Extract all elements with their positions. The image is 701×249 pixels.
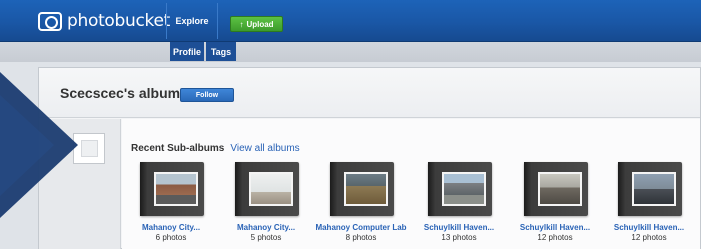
subalbum-count: 13 photos	[441, 233, 477, 242]
follow-button[interactable]: Follow	[180, 88, 234, 102]
subalbum-count: 12 photos	[631, 233, 667, 242]
tab-profile[interactable]: Profile	[170, 42, 204, 61]
album-cover-photo	[154, 172, 198, 206]
album-spine	[330, 162, 337, 216]
sub-navigation: Profile Tags	[0, 42, 701, 62]
subalbum-item[interactable]: Schuylkill Haven... 12 photos	[600, 162, 698, 249]
photobucket-logo[interactable]: photobucket	[38, 10, 170, 32]
subalbum-item[interactable]: Mahanoy City... 5 photos	[217, 162, 315, 249]
album-cover[interactable]	[235, 162, 299, 216]
subalbum-item[interactable]: Mahanoy City... 6 photos	[122, 162, 220, 249]
subalbum-name[interactable]: Mahanoy City...	[122, 223, 220, 232]
subalbum-item[interactable]: Mahanoy Computer Lab 8 photos	[312, 162, 410, 249]
album-cover-photo	[249, 172, 293, 206]
upload-arrow-icon: ↑	[239, 19, 244, 29]
recent-subalbums-header: Recent Sub-albums View all albums	[131, 143, 300, 154]
tab-tags[interactable]: Tags	[206, 42, 236, 61]
upload-label: Upload	[246, 19, 274, 29]
album-cover[interactable]	[428, 162, 492, 216]
album-thumbnail[interactable]	[73, 133, 105, 164]
subalbum-item[interactable]: Schuylkill Haven... 13 photos	[410, 162, 508, 249]
subalbum-count: 6 photos	[155, 233, 187, 242]
album-spine	[235, 162, 242, 216]
album-spine	[428, 162, 435, 216]
section-title: Recent Sub-albums	[131, 143, 225, 154]
subalbum-name[interactable]: Mahanoy Computer Lab	[312, 223, 410, 232]
logo-text: photobucket	[67, 11, 171, 31]
subalbum-name[interactable]: Schuylkill Haven...	[506, 223, 604, 232]
subalbum-count: 5 photos	[250, 233, 282, 242]
thumbnail-placeholder-icon	[81, 140, 98, 157]
album-spine	[140, 162, 147, 216]
album-title: Scecscec's album	[60, 85, 181, 101]
album-content: Recent Sub-albums View all albums Mahano…	[122, 119, 700, 249]
album-cover-photo	[632, 172, 676, 206]
view-all-albums-link[interactable]: View all albums	[230, 143, 299, 154]
side-column	[39, 119, 121, 249]
album-cover[interactable]	[330, 162, 394, 216]
album-spine	[524, 162, 531, 216]
album-cover[interactable]	[618, 162, 682, 216]
subalbum-count: 8 photos	[345, 233, 377, 242]
photobucket-logo-icon	[38, 11, 62, 31]
album-header: Scecscec's album Follow	[39, 68, 700, 118]
album-cover-photo	[344, 172, 388, 206]
top-header: photobucket Explore ↑ Upload	[0, 0, 701, 42]
subalbum-name[interactable]: Schuylkill Haven...	[410, 223, 508, 232]
album-cover[interactable]	[524, 162, 588, 216]
album-panel: Scecscec's album Follow Recent Sub-album…	[38, 67, 701, 249]
subalbum-item[interactable]: Schuylkill Haven... 12 photos	[506, 162, 604, 249]
album-cover[interactable]	[140, 162, 204, 216]
album-cover-photo	[442, 172, 486, 206]
subalbum-count: 12 photos	[537, 233, 573, 242]
subalbum-list: Mahanoy City... 6 photos Mahanoy City...…	[122, 162, 700, 249]
album-spine	[618, 162, 625, 216]
nav-explore[interactable]: Explore	[166, 3, 218, 39]
upload-button[interactable]: ↑ Upload	[230, 16, 283, 32]
subalbum-name[interactable]: Mahanoy City...	[217, 223, 315, 232]
album-cover-photo	[538, 172, 582, 206]
subalbum-name[interactable]: Schuylkill Haven...	[600, 223, 698, 232]
